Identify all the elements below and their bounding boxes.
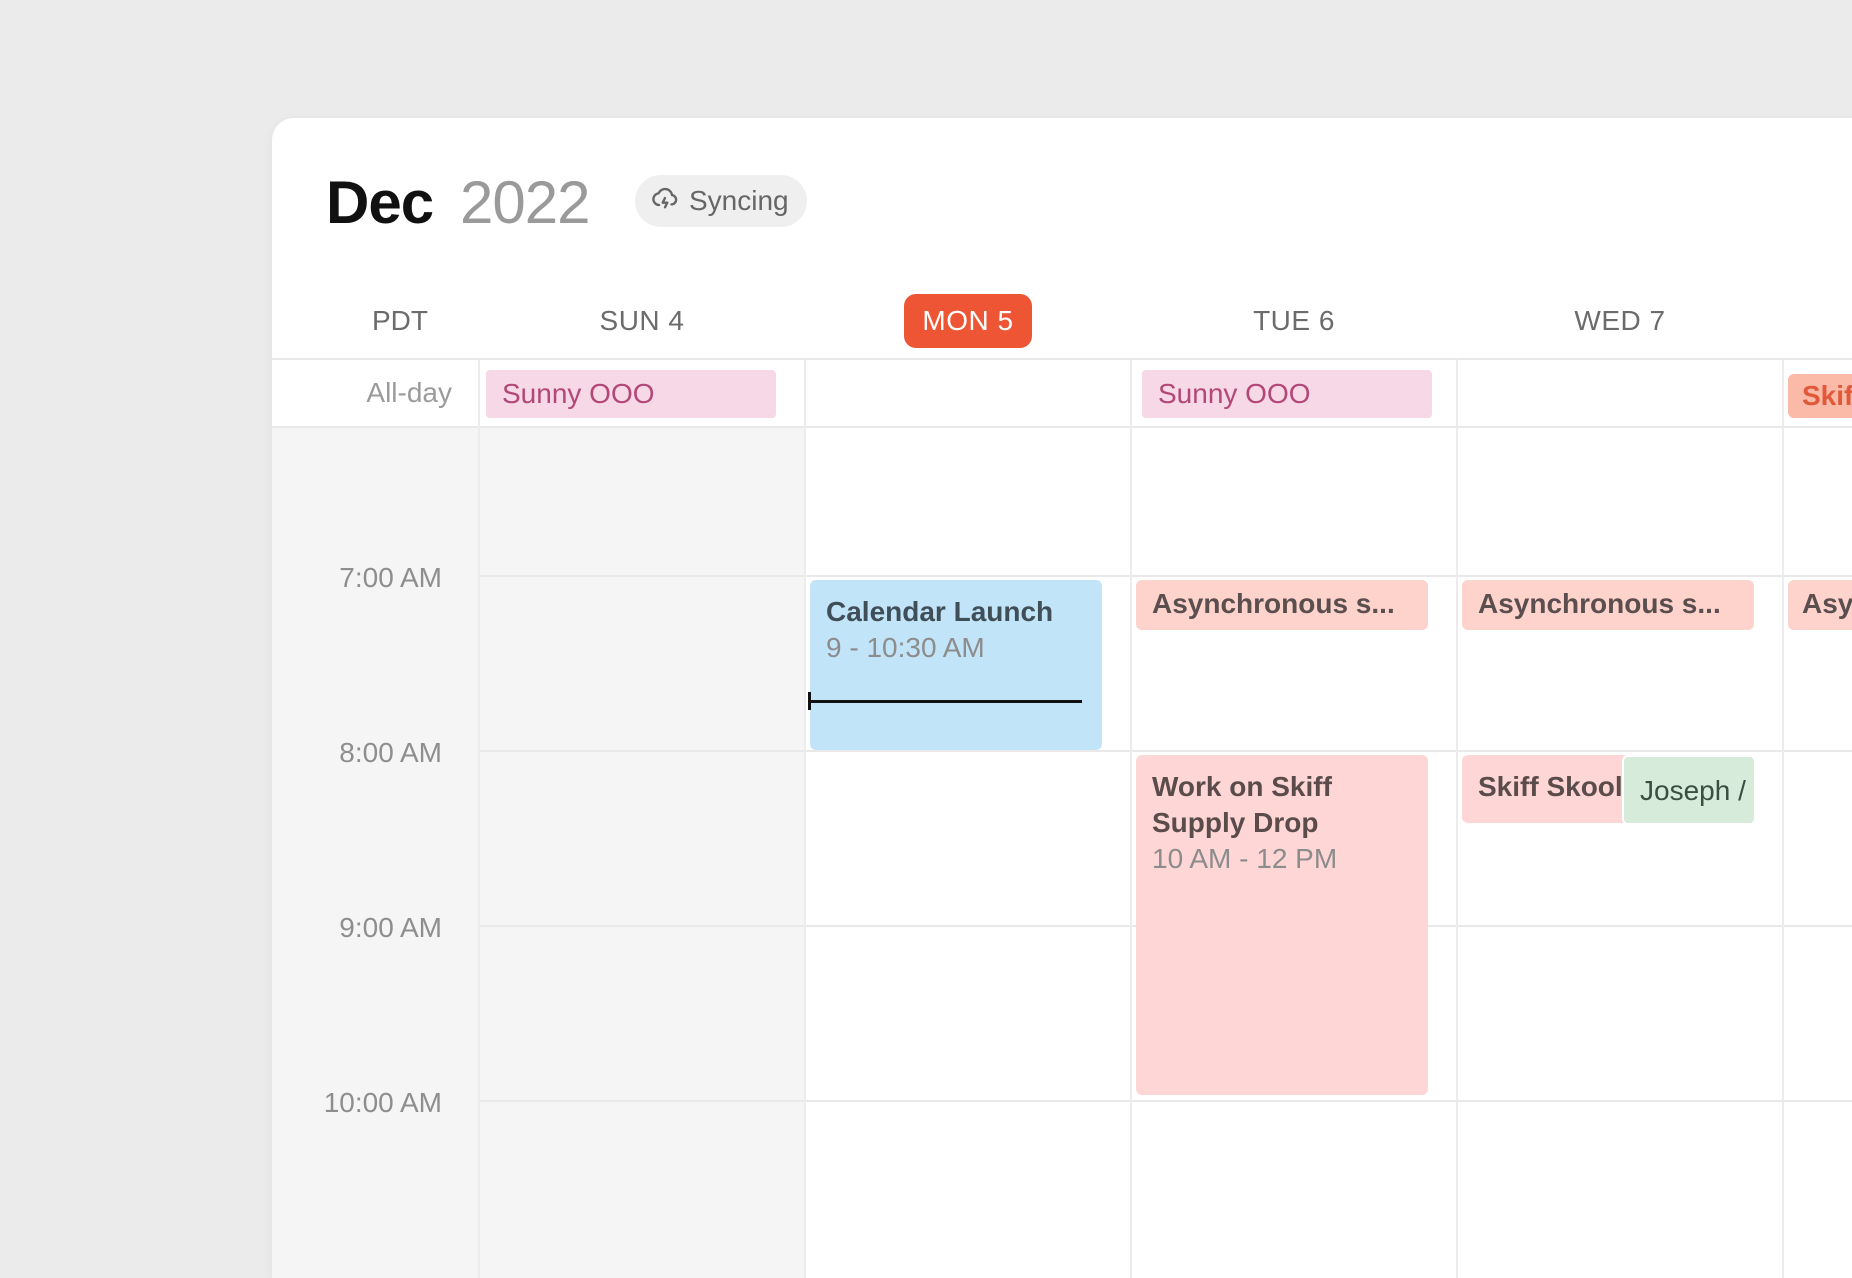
event-time: 9 - 10:30 AM	[826, 632, 985, 663]
header-divider	[272, 358, 1852, 360]
event-joseph[interactable]: Joseph /	[1622, 755, 1756, 825]
time-label: 7:00 AM	[339, 562, 442, 593]
day-header-wed[interactable]: WED 7	[1458, 294, 1782, 348]
event-title: Asy	[1802, 588, 1852, 619]
allday-label: All-day	[366, 377, 452, 408]
day-header-label: TUE 6	[1253, 305, 1335, 336]
column-divider	[1782, 358, 1784, 1278]
column-divider	[804, 358, 806, 1278]
allday-event[interactable]: Sunny OOO	[1140, 368, 1434, 420]
event-async-thu[interactable]: Asy	[1788, 580, 1852, 630]
event-title: Skif	[1802, 380, 1852, 411]
event-title: Asynchronous s...	[1152, 588, 1395, 619]
hour-line	[480, 575, 1852, 577]
hour-line	[480, 750, 1852, 752]
day-header-tue[interactable]: TUE 6	[1132, 294, 1456, 348]
hour-line	[480, 1100, 1852, 1102]
sync-status-badge[interactable]: Syncing	[635, 175, 807, 227]
event-title: Supply Drop	[1152, 807, 1319, 838]
day-header-label: SUN 4	[599, 305, 685, 336]
event-title: Sunny OOO	[502, 378, 655, 409]
day-header-label: WED 7	[1574, 305, 1666, 336]
allday-event[interactable]: Skif	[1788, 374, 1852, 418]
event-skiff-skool[interactable]: Skiff Skool	[1462, 755, 1642, 823]
event-title: Skiff Skool	[1478, 771, 1623, 802]
event-title: Work on Skiff	[1152, 771, 1332, 802]
event-title: Sunny OOO	[1158, 378, 1311, 409]
cloud-sync-icon	[651, 184, 679, 219]
day-header-mon[interactable]: MON 5	[806, 294, 1130, 348]
timezone-label: PDT	[372, 305, 428, 336]
allday-event[interactable]: Sunny OOO	[484, 368, 778, 420]
event-title: Asynchronous s...	[1478, 588, 1721, 619]
current-time-line	[810, 700, 1082, 703]
past-day-column	[480, 427, 804, 1278]
month-title: Dec	[326, 169, 434, 236]
time-gutter	[272, 427, 478, 1278]
event-calendar-launch[interactable]: Calendar Launch 9 - 10:30 AM	[810, 580, 1102, 750]
today-badge: MON 5	[904, 294, 1032, 348]
sync-status-label: Syncing	[689, 185, 789, 216]
event-async-tue[interactable]: Asynchronous s...	[1136, 580, 1428, 630]
day-header-sun[interactable]: SUN 4	[480, 294, 804, 348]
allday-divider	[272, 426, 1852, 428]
year-title: 2022	[460, 169, 590, 236]
time-label: 10:00 AM	[323, 1087, 442, 1118]
column-divider	[478, 358, 480, 1278]
event-title: Calendar Launch	[826, 596, 1054, 627]
calendar-window: Dec 2022 Syncing PDT SUN 4 MON 5 TUE 6 W…	[272, 118, 1852, 1278]
event-work-skiff[interactable]: Work on Skiff Supply Drop 10 AM - 12 PM	[1136, 755, 1428, 1095]
event-title: Joseph /	[1640, 775, 1746, 806]
time-label: 9:00 AM	[339, 912, 442, 943]
event-async-wed[interactable]: Asynchronous s...	[1462, 580, 1754, 630]
column-divider	[1456, 358, 1458, 1278]
column-divider	[1130, 358, 1132, 1278]
time-label: 8:00 AM	[339, 737, 442, 768]
event-time: 10 AM - 12 PM	[1152, 843, 1338, 874]
